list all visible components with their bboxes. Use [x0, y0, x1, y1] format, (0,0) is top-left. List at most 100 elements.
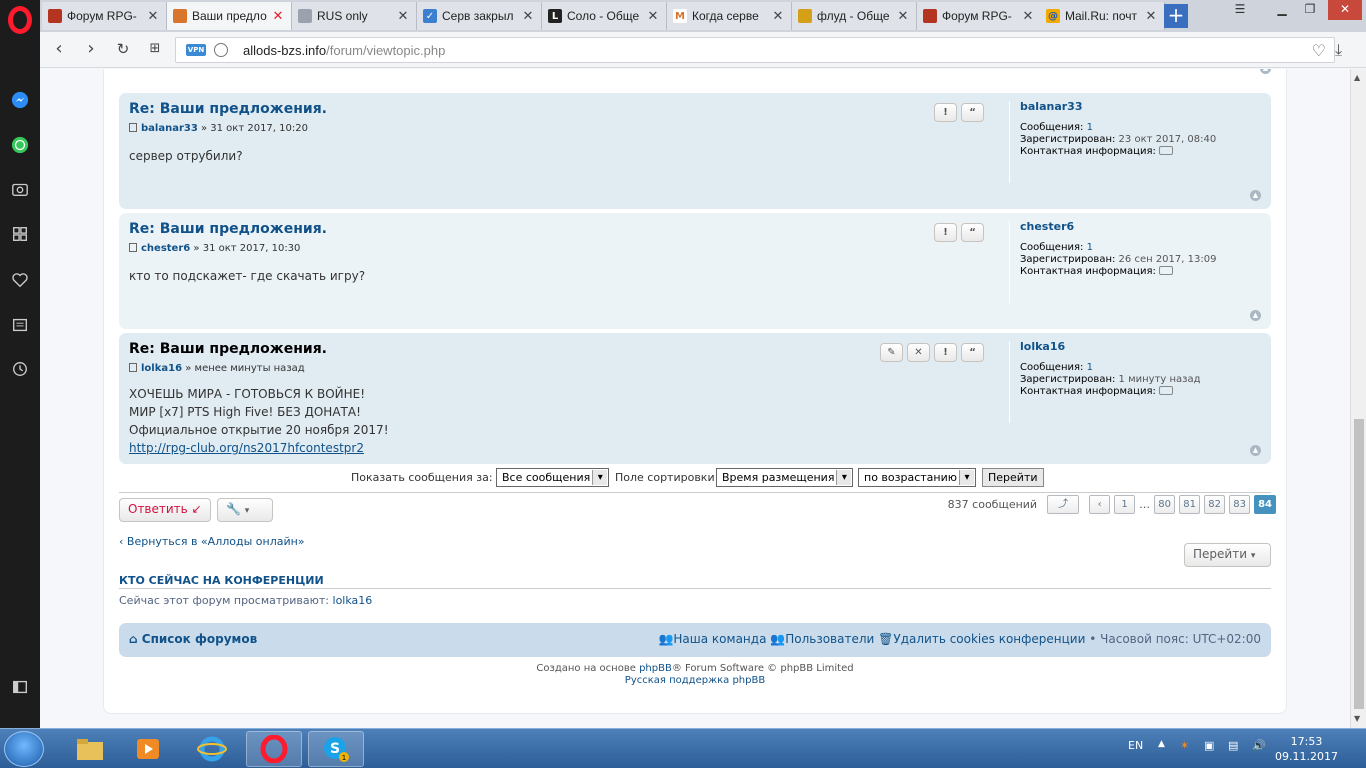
news-icon[interactable] [9, 314, 31, 336]
page-link[interactable]: 80 [1154, 495, 1176, 514]
post-author[interactable]: balanar33 [141, 123, 198, 134]
tools-button[interactable]: 🔧 ▾ [217, 498, 273, 522]
close-tab-icon[interactable]: ✕ [1144, 9, 1158, 24]
back-to-top-icon[interactable]: ▲ [1250, 310, 1261, 321]
russian-support-link[interactable]: Русская поддержка phpBB [625, 675, 765, 686]
post-title[interactable]: Re: Ваши предложения. [129, 221, 327, 237]
page-scrollbar[interactable]: ▲ ▼ [1350, 69, 1366, 728]
sort-go-button[interactable]: Перейти [982, 468, 1044, 487]
bookmark-heart-icon[interactable]: ♡ [1312, 41, 1326, 60]
page-link[interactable]: 82 [1204, 495, 1226, 514]
network-tray-icon[interactable]: ▤ [1228, 739, 1238, 752]
sidebar-toggle-icon[interactable] [9, 676, 31, 698]
browser-tab[interactable]: ✓ Серв закрыл ✕ [417, 2, 542, 30]
report-exclamation-icon[interactable]: ! [934, 223, 957, 242]
vpn-badge-icon[interactable]: VPN [186, 44, 206, 56]
show-select[interactable]: Все сообщения [496, 468, 610, 487]
device-tray-icon[interactable]: ▣ [1204, 739, 1214, 752]
tray-expand-icon[interactable]: ▲ [1158, 739, 1165, 749]
url-field[interactable]: VPN allods-bzs.info/forum/viewtopic.php … [175, 37, 1335, 63]
close-tab-icon[interactable]: ✕ [521, 9, 535, 24]
volume-tray-icon[interactable]: 🔊 [1252, 739, 1266, 752]
forward-arrow-icon[interactable]: › [80, 39, 102, 61]
camera-icon[interactable] [9, 178, 31, 200]
report-exclamation-icon[interactable]: ! [934, 103, 957, 122]
reload-icon[interactable]: ↻ [112, 39, 134, 61]
sort-field-select[interactable]: Время размещения [716, 468, 854, 487]
page-link[interactable]: 83 [1229, 495, 1251, 514]
prev-page-icon[interactable]: ‹ [1089, 495, 1111, 514]
close-window-icon[interactable]: ✕ [1328, 0, 1362, 20]
contact-bubble-icon[interactable] [1159, 266, 1174, 275]
profile-messages[interactable]: 1 [1087, 362, 1093, 373]
close-tab-icon[interactable]: ✕ [896, 9, 910, 24]
skype-taskbar-icon[interactable]: S1 [308, 731, 364, 767]
delete-cookies-link[interactable]: 🗑Удалить cookies конференции [878, 632, 1085, 646]
phpbb-link[interactable]: phpBB [639, 663, 672, 674]
close-tab-icon[interactable]: ✕ [271, 9, 285, 24]
back-arrow-icon[interactable]: ‹ [48, 39, 70, 61]
language-indicator[interactable]: EN [1128, 739, 1143, 752]
tab-menu-icon[interactable]: ☰ [1226, 0, 1254, 20]
internet-explorer-icon[interactable] [184, 731, 240, 767]
browser-tab[interactable]: Форум RPG- ✕ [917, 2, 1042, 30]
contact-bubble-icon[interactable] [1159, 386, 1174, 395]
browser-tab[interactable]: Форум RPG- ✕ [42, 2, 167, 30]
page-link[interactable]: 1 [1114, 495, 1136, 514]
jump-page-icon[interactable]: ⤴ [1047, 495, 1080, 514]
post-author[interactable]: lolka16 [141, 363, 182, 374]
tabs-grid-icon[interactable]: ⊞ [144, 39, 166, 61]
browser-tab[interactable]: RUS only ✕ [292, 2, 417, 30]
scroll-down-icon[interactable]: ▼ [1354, 714, 1360, 723]
profile-messages[interactable]: 1 [1087, 242, 1093, 253]
bookmarks-heart-icon[interactable] [9, 269, 31, 291]
close-tab-icon[interactable]: ✕ [1021, 9, 1035, 24]
system-clock[interactable]: 17:53 09.11.2017 [1275, 734, 1338, 764]
opera-taskbar-icon[interactable] [246, 731, 302, 767]
minimize-icon[interactable]: ▁ [1268, 0, 1296, 20]
avast-tray-icon[interactable]: ✶ [1180, 739, 1189, 752]
profile-messages[interactable]: 1 [1087, 122, 1093, 133]
quote-icon[interactable]: “ [961, 223, 984, 242]
back-to-top-icon[interactable]: ▲ [1250, 190, 1261, 201]
browser-tab[interactable]: @ Mail.Ru: почт ✕ [1040, 2, 1165, 30]
whatsapp-icon[interactable] [9, 134, 31, 156]
reply-button[interactable]: Ответить ↙ [119, 498, 211, 522]
close-tab-icon[interactable]: ✕ [646, 9, 660, 24]
forum-index-link[interactable]: ⌂ Список форумов [129, 632, 257, 646]
report-exclamation-icon[interactable]: ! [934, 343, 957, 362]
scroll-thumb[interactable] [1354, 419, 1364, 709]
team-link[interactable]: 👥Наша команда [658, 632, 766, 646]
browser-tab[interactable]: L Соло - Обще ✕ [542, 2, 667, 30]
history-clock-icon[interactable] [9, 358, 31, 380]
profile-username[interactable]: balanar33 [1020, 101, 1269, 113]
maximize-icon[interactable]: ❐ [1296, 0, 1324, 20]
new-tab-plus-icon[interactable]: + [1164, 4, 1188, 28]
post-author[interactable]: chester6 [141, 243, 190, 254]
media-player-icon[interactable] [120, 731, 176, 767]
sort-order-select[interactable]: по возрастанию [858, 468, 977, 487]
close-tab-icon[interactable]: ✕ [146, 9, 160, 24]
page-link[interactable]: 81 [1179, 495, 1201, 514]
edit-pencil-icon[interactable]: ✎ [880, 343, 903, 362]
browser-tab-active[interactable]: Ваши предло ✕ [167, 2, 292, 30]
browser-tab[interactable]: флуд - Обще ✕ [792, 2, 917, 30]
close-tab-icon[interactable]: ✕ [771, 9, 785, 24]
post-title[interactable]: Re: Ваши предложения. [129, 101, 327, 117]
quote-icon[interactable]: “ [961, 343, 984, 362]
opera-logo-icon[interactable] [8, 6, 32, 34]
profile-username[interactable]: lolka16 [1020, 341, 1269, 353]
start-button-icon[interactable] [4, 731, 44, 767]
close-tab-icon[interactable]: ✕ [396, 9, 410, 24]
members-link[interactable]: 👥Пользователи [770, 632, 874, 646]
page-current[interactable]: 84 [1254, 495, 1276, 514]
download-icon[interactable]: ⤓ [1335, 40, 1342, 60]
speed-dial-icon[interactable] [9, 223, 31, 245]
scroll-up-icon[interactable]: ▲ [1354, 73, 1360, 82]
messenger-icon[interactable] [9, 89, 31, 111]
post-title[interactable]: Re: Ваши предложения. [129, 341, 327, 357]
jump-to-button[interactable]: Перейти ▾ [1184, 543, 1271, 567]
online-user[interactable]: lolka16 [333, 594, 373, 607]
back-to-top-icon[interactable]: ▲ [1260, 69, 1271, 74]
post-link[interactable]: http://rpg-club.org/ns2017hfcontestpr2 [129, 441, 364, 455]
